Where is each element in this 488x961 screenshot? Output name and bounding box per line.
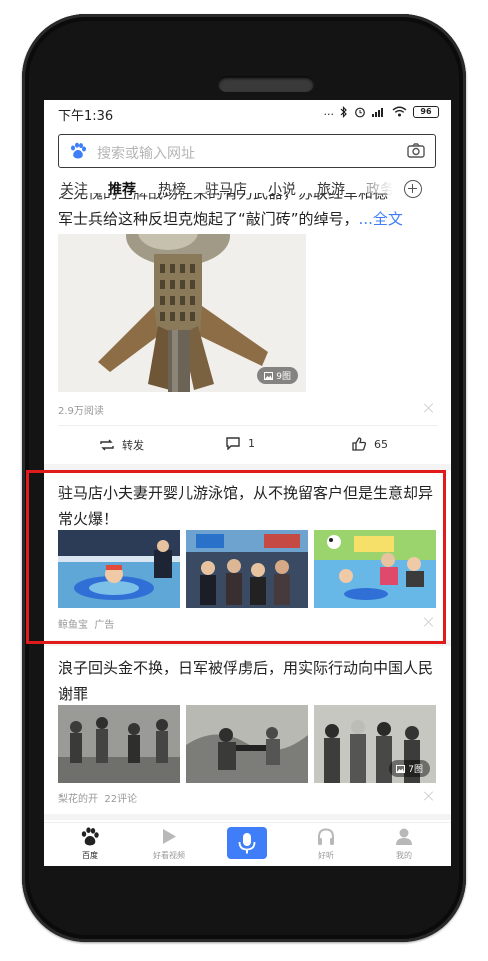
camera-icon[interactable] [407,143,425,158]
image-count: 9图 [276,372,291,382]
baidu-paw-icon [81,827,99,846]
phone-speaker [218,76,314,92]
status-time: 下午1:36 [58,109,114,124]
article3-dismiss-icon[interactable] [424,791,434,801]
image-count-badge: 9图 [257,367,298,384]
read-more-link[interactable]: ...全文 [359,210,403,228]
thumbs-up-icon [352,437,366,451]
article1-summary[interactable]: 之无愧的王牌战场往来的有力武器，苏联红军和德 军士兵给这种反坦克炮起了“敲门砖”… [58,193,438,232]
bottom-nav: 百度 好看视频 好听 我的 [44,822,451,866]
comment-button[interactable]: 1 [226,437,255,450]
user-icon [396,828,412,845]
nav-listen[interactable]: 好听 [296,827,356,861]
nav-baidu[interactable]: 百度 [60,827,120,861]
cell-signal-icon [372,108,383,117]
battery-icon: 96 [413,105,439,118]
article3-comments: 22评论 [104,794,138,805]
article1-text-line: 军士兵给这种反坦克炮起了“敲门砖”的绰号， [58,210,359,228]
article3-images[interactable]: 7图 [58,705,436,783]
signal-dots: ... [323,105,335,118]
share-button[interactable]: 转发 [100,437,144,453]
article3-image-1[interactable] [58,705,180,783]
ww2-soldiers-photo-2 [186,705,308,783]
gallery-icon [396,764,406,773]
feed-separator [44,814,451,820]
voice-search-button[interactable] [227,827,267,859]
wifi-icon [392,106,407,117]
headphones-icon [318,828,334,845]
search-bar[interactable]: 搜索或输入网址 [58,134,436,168]
nav-listen-label: 好听 [318,851,334,860]
article1-image[interactable]: 9图 [58,234,306,392]
play-icon [163,829,176,844]
ww2-soldiers-photo-1 [58,705,180,783]
article3-image-3[interactable]: 7图 [314,705,436,783]
dismiss-icon[interactable] [424,403,434,413]
gallery-icon [264,371,274,380]
article1-actions: 转发 1 65 [44,433,451,459]
nav-video[interactable]: 好看视频 [139,827,199,861]
image-count-badge: 7图 [389,760,430,777]
article3-title[interactable]: 浪子回头金不换，日军被俘虏后，用实际行动向中国人民谢罪 [58,655,440,707]
share-label: 转发 [122,439,144,452]
nav-mine[interactable]: 我的 [374,827,434,861]
alarm-icon [355,107,365,117]
article1-reads: 2.9万阅读 [58,406,104,417]
baidu-paw-icon [71,142,86,159]
status-icons: ... 96 [323,105,439,118]
search-input[interactable]: 搜索或输入网址 [97,143,195,163]
article3-meta: 梨花的开 22评论 [58,790,137,805]
microphone-icon [238,833,256,854]
comment-icon [226,437,240,450]
divider [58,425,438,426]
bluetooth-icon [340,105,347,118]
comment-count: 1 [248,437,255,450]
repost-icon [100,439,114,451]
like-count: 65 [374,437,388,451]
ad-highlight-box [26,470,446,644]
image-count: 7图 [408,765,423,775]
nav-baidu-label: 百度 [82,851,98,860]
nav-video-label: 好看视频 [153,851,185,860]
like-button[interactable]: 65 [352,437,388,451]
nav-mine-label: 我的 [396,851,412,860]
status-bar: 下午1:36 ... 96 [44,100,451,126]
article3-source: 梨花的开 [58,794,98,805]
article3-image-2[interactable] [186,705,308,783]
